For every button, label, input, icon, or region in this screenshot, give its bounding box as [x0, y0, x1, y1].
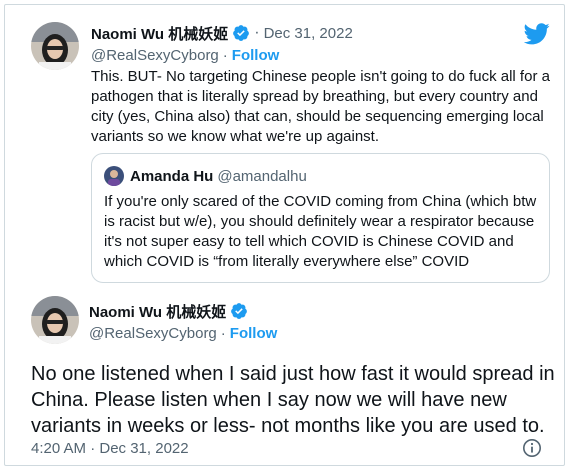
quoted-author-row: Amanda Hu @amandalhu [104, 166, 307, 186]
info-icon[interactable] [522, 438, 542, 458]
author-name[interactable]: Naomi Wu 机械妖姬 [89, 301, 226, 322]
tweet-text: No one listened when I said just how fas… [31, 363, 555, 437]
separator-dot: · [254, 24, 260, 41]
twitter-bird-icon[interactable] [523, 23, 550, 45]
verified-badge-icon [232, 24, 250, 42]
tweet-embed-card: Naomi Wu 机械妖姬 · Dec 31, 2022 @RealSexyCy… [4, 4, 565, 466]
author-row: Naomi Wu 机械妖姬 · Dec 31, 2022 [91, 23, 353, 43]
tweet-date[interactable]: Dec 31, 2022 [264, 25, 353, 42]
follow-button[interactable]: Follow [232, 47, 280, 64]
tweet-text: This. BUT- No targeting Chinese people i… [91, 68, 550, 145]
avatar[interactable] [31, 296, 79, 344]
quoted-avatar [104, 166, 124, 186]
author-row: Naomi Wu 机械妖姬 [89, 301, 248, 321]
separator-dot: · [220, 324, 226, 342]
quoted-author-name: Amanda Hu [130, 167, 214, 185]
avatar[interactable] [31, 22, 79, 70]
author-handle[interactable]: @RealSexyCyborg [89, 325, 217, 342]
quoted-tweet[interactable]: Amanda Hu @amandalhu If you're only scar… [91, 153, 550, 283]
follow-button[interactable]: Follow [230, 325, 278, 342]
separator-dot: · [222, 46, 228, 64]
handle-row: @RealSexyCyborg · Follow [91, 45, 279, 65]
author-handle[interactable]: @RealSexyCyborg [91, 47, 219, 64]
handle-row: @RealSexyCyborg · Follow [89, 323, 277, 343]
quoted-tweet-text: If you're only scared of the COVID comin… [104, 193, 537, 270]
tweet-timestamp[interactable]: 4:20 AM · Dec 31, 2022 [31, 439, 189, 457]
author-name[interactable]: Naomi Wu 机械妖姬 [91, 23, 228, 44]
verified-badge-icon [230, 302, 248, 320]
quoted-author-handle: @amandalhu [217, 167, 307, 185]
